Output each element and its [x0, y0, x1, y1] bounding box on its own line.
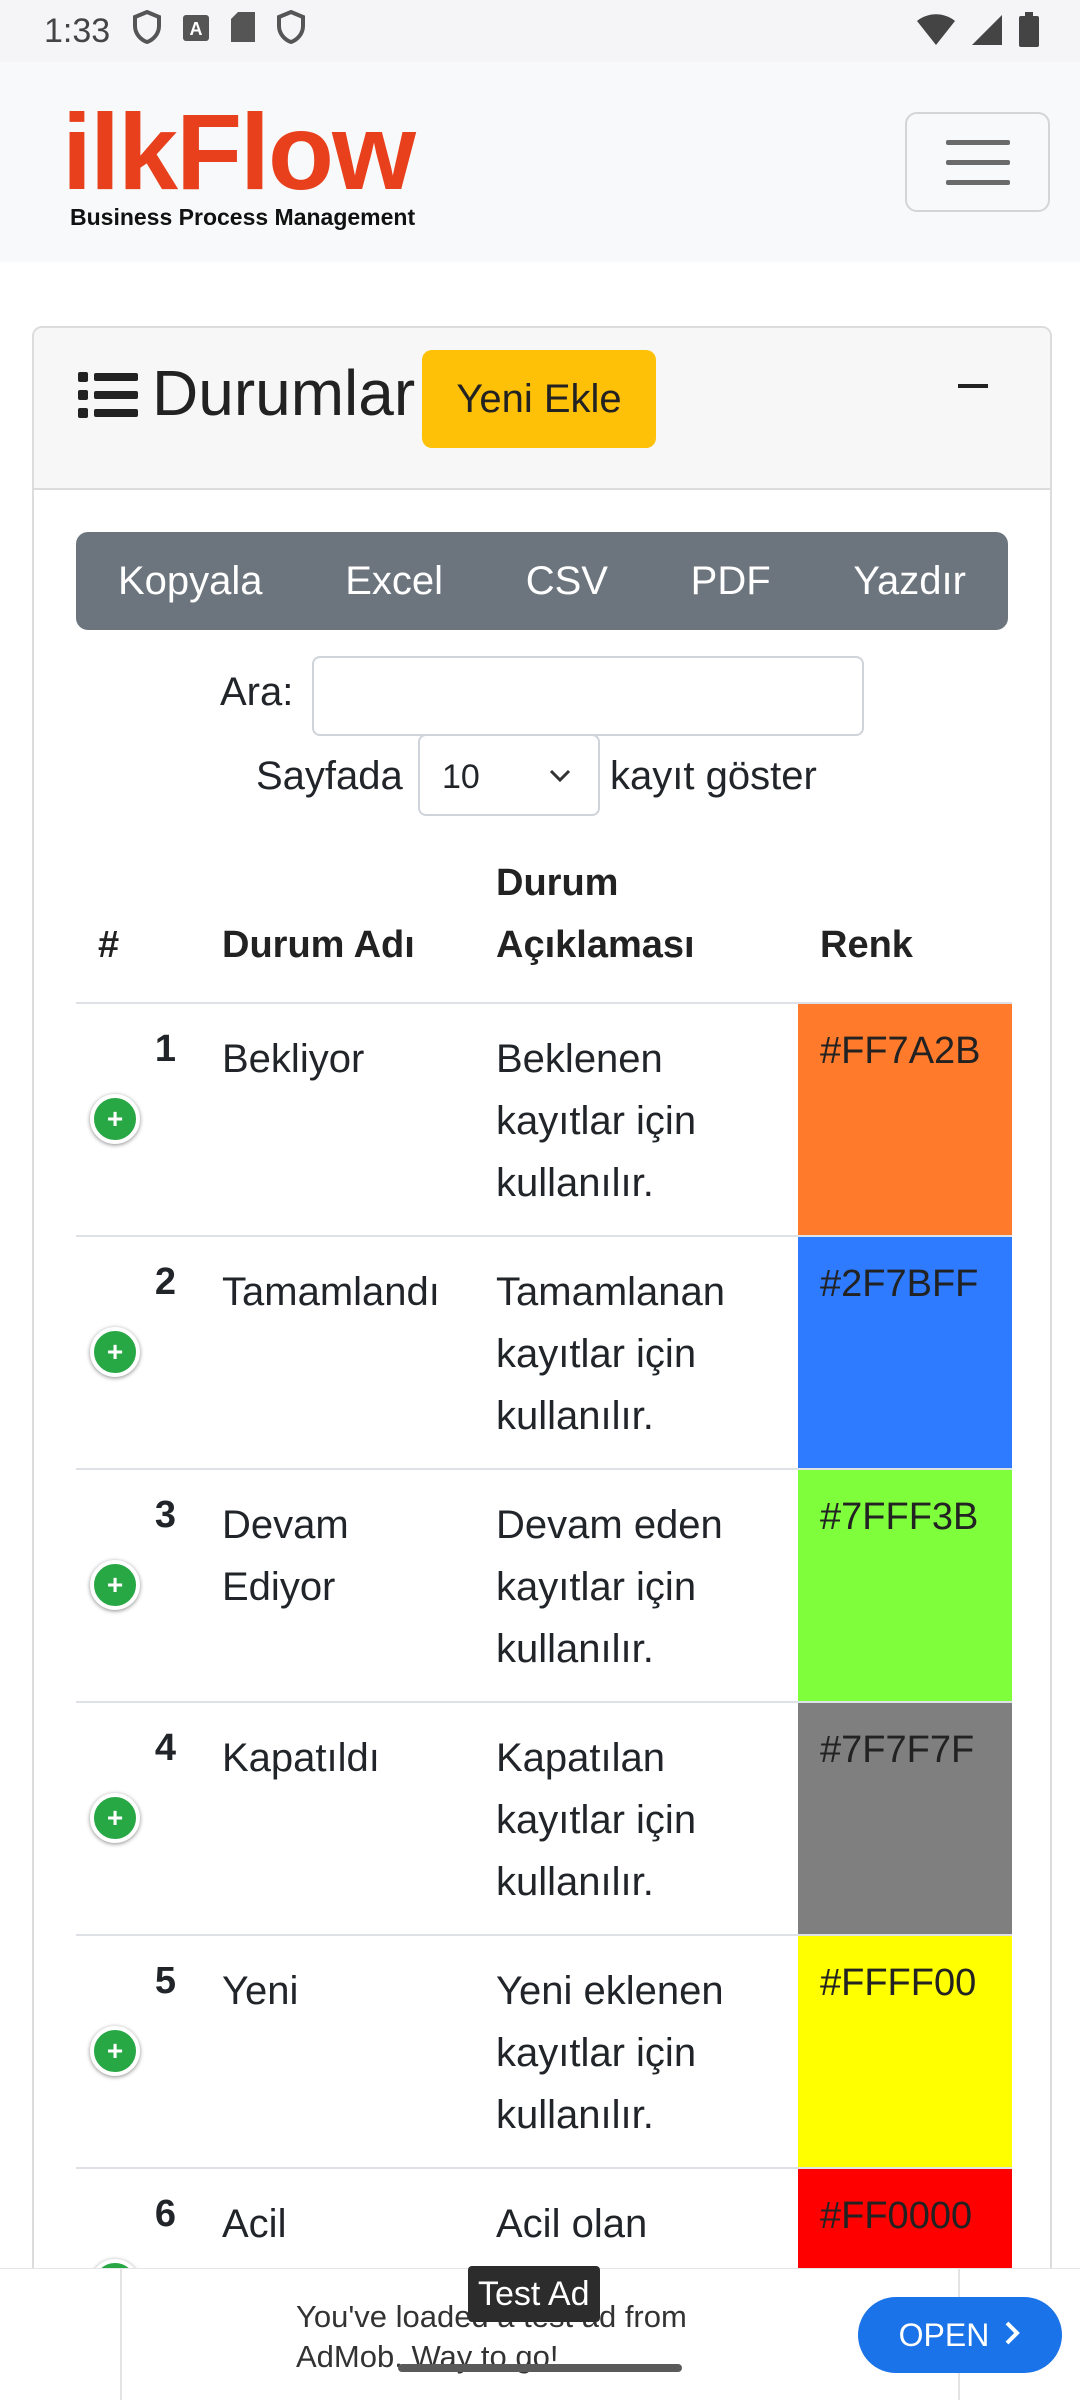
- print-button[interactable]: Yazdır: [853, 559, 966, 604]
- logo-text: ilkFlow: [62, 91, 416, 212]
- status-description: Tamamlanan kayıtlar için kullanılır.: [496, 1270, 726, 1438]
- status-name: Yeni: [222, 1969, 299, 2013]
- table-header: # Durum Adı Durum Açıklaması Renk: [76, 852, 1012, 1004]
- column-header-name[interactable]: Durum Adı: [222, 914, 415, 976]
- page-length-prefix: Sayfada: [256, 754, 403, 798]
- svg-text:A: A: [190, 19, 203, 39]
- status-name: Kapatıldı: [222, 1736, 380, 1780]
- sd-card-icon: [230, 11, 256, 52]
- collapse-icon[interactable]: [958, 384, 988, 388]
- table-row[interactable]: +1 Bekliyor Beklenen kayıtlar için kullanı…: [76, 1004, 1012, 1237]
- shield-icon: [132, 9, 162, 53]
- row-number: 6: [154, 2193, 176, 2235]
- status-description: Devam eden kayıtlar için kullanılır.: [496, 1503, 723, 1671]
- status-name: Tamamlandı: [222, 1270, 440, 1314]
- navbar: ilkFlow Business Process Management: [0, 62, 1080, 262]
- row-number: 3: [154, 1494, 176, 1536]
- page-length-suffix: kayıt göster: [610, 754, 817, 798]
- column-header-color[interactable]: Renk: [820, 914, 913, 976]
- status-name: Devam Ediyor: [222, 1503, 349, 1609]
- app-logo[interactable]: ilkFlow Business Process Management: [62, 91, 416, 231]
- logo-subtitle: Business Process Management: [70, 204, 416, 230]
- expand-row-icon[interactable]: +: [90, 1793, 140, 1843]
- row-number: 5: [154, 1960, 176, 2002]
- wifi-icon: [916, 13, 956, 56]
- pdf-button[interactable]: PDF: [691, 559, 771, 604]
- expand-row-icon[interactable]: +: [90, 1560, 140, 1610]
- shield-icon: [276, 9, 306, 53]
- ad-open-button[interactable]: OPEN: [858, 2297, 1062, 2373]
- status-description: Beklenen kayıtlar için kullanılır.: [496, 1037, 697, 1205]
- row-number: 1: [154, 1028, 176, 1070]
- table-row[interactable]: +5 Yeni Yeni eklenen kayıtlar için kullanı…: [76, 1936, 1012, 2169]
- new-add-button[interactable]: Yeni Ekle: [422, 350, 656, 448]
- home-indicator[interactable]: [398, 2364, 682, 2372]
- table-row[interactable]: +4 Kapatıldı Kapatılan kayıtlar için kulla…: [76, 1703, 1012, 1936]
- status-description: Kapatılan kayıtlar için kullanılır.: [496, 1736, 697, 1904]
- page-length-select[interactable]: 10: [418, 734, 600, 816]
- search-label: Ara:: [220, 670, 294, 714]
- chevron-down-icon: [548, 758, 572, 783]
- row-number: 2: [154, 1261, 176, 1303]
- status-time: 1:33: [44, 11, 111, 50]
- table-body: +1 Bekliyor Beklenen kayıtlar için kullanı…: [76, 1004, 1012, 2400]
- excel-button[interactable]: Excel: [345, 559, 443, 604]
- list-icon: [78, 370, 138, 420]
- search-row: Ara:: [34, 656, 1050, 736]
- export-button-group: Kopyala Excel CSV PDF Yazdır: [76, 532, 1008, 630]
- column-header-description[interactable]: Durum Açıklaması: [496, 852, 726, 976]
- ad-open-label: OPEN: [898, 2316, 990, 2353]
- column-header-number[interactable]: #: [98, 914, 119, 976]
- status-name: Acil: [222, 2202, 287, 2246]
- expand-row-icon[interactable]: +: [90, 1094, 140, 1144]
- test-ad-label: Test Ad: [468, 2266, 600, 2322]
- status-color-cell: #2F7BFF: [798, 1237, 1012, 1468]
- expand-row-icon[interactable]: +: [90, 2026, 140, 2076]
- menu-toggle-button[interactable]: [905, 112, 1050, 212]
- row-number: 4: [154, 1727, 176, 1769]
- signal-icon: [970, 13, 1004, 56]
- page-length-value: 10: [442, 758, 480, 796]
- status-description: Yeni eklenen kayıtlar için kullanılır.: [496, 1969, 724, 2137]
- page-title: Durumlar: [152, 357, 416, 429]
- durumlar-card: Durumlar Yeni Ekle Kopyala Excel CSV PDF…: [32, 326, 1052, 2400]
- expand-row-icon[interactable]: +: [90, 1327, 140, 1377]
- text-icon: A: [182, 12, 210, 51]
- status-bar: 1:33 A: [0, 0, 1080, 62]
- hamburger-icon-line: [945, 159, 1010, 165]
- status-color-cell: #7F7F7F: [798, 1703, 1012, 1934]
- hamburger-icon-line: [945, 139, 1010, 145]
- hamburger-icon-line: [945, 179, 1010, 185]
- status-table: # Durum Adı Durum Açıklaması Renk +1 Bekl…: [76, 852, 1012, 2400]
- status-color-cell: #FF7A2B: [798, 1004, 1012, 1235]
- search-input[interactable]: [312, 656, 864, 736]
- status-name: Bekliyor: [222, 1037, 365, 1081]
- table-row[interactable]: +2 Tamamlandı Tamamlanan kayıtlar için kul…: [76, 1237, 1012, 1470]
- status-color-cell: #FFFF00: [798, 1936, 1012, 2167]
- card-header: Durumlar Yeni Ekle: [34, 328, 1050, 490]
- chevron-right-icon: [1003, 2317, 1021, 2354]
- page-length-row: Sayfada 10 kayıt göster: [34, 734, 1050, 816]
- csv-button[interactable]: CSV: [526, 559, 608, 604]
- table-row[interactable]: +3 Devam Ediyor Devam eden kayıtlar için k…: [76, 1470, 1012, 1703]
- status-color-cell: #7FFF3B: [798, 1470, 1012, 1701]
- copy-button[interactable]: Kopyala: [118, 559, 263, 604]
- battery-icon: [1018, 12, 1040, 57]
